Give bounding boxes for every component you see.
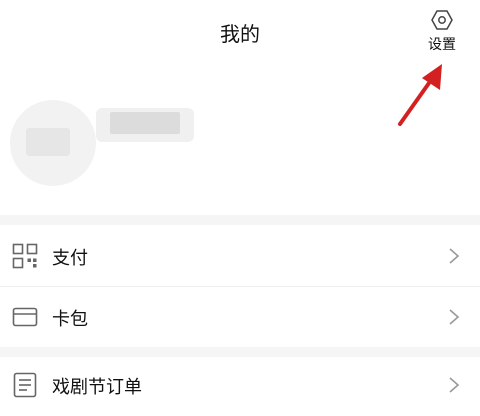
- settings-icon: [431, 10, 453, 30]
- chevron-right-icon: [449, 248, 460, 264]
- section-divider: [0, 215, 480, 225]
- menu-item-label: 支付: [52, 248, 88, 269]
- chevron-right-icon: [449, 377, 460, 393]
- menu-item-label: 卡包: [52, 309, 88, 330]
- qr-code-icon: [12, 243, 38, 269]
- username-redacted: [110, 112, 180, 134]
- list-icon: [13, 372, 37, 398]
- card-icon: [12, 307, 38, 327]
- menu-item-card-wallet[interactable]: 卡包: [0, 287, 480, 347]
- chevron-right-icon: [449, 309, 460, 325]
- profile-card[interactable]: [0, 82, 480, 202]
- page-title: 我的: [220, 22, 260, 46]
- menu-item-payment[interactable]: 支付: [0, 226, 480, 286]
- avatar-redaction: [26, 128, 70, 156]
- avatar[interactable]: [10, 100, 96, 186]
- settings-button[interactable]: 设置: [420, 8, 464, 60]
- top-header: 我的 设置: [0, 0, 480, 64]
- menu-item-festival-orders[interactable]: 戏剧节订单: [0, 355, 480, 415]
- settings-label: 设置: [428, 37, 456, 53]
- menu-item-label: 戏剧节订单: [52, 377, 142, 398]
